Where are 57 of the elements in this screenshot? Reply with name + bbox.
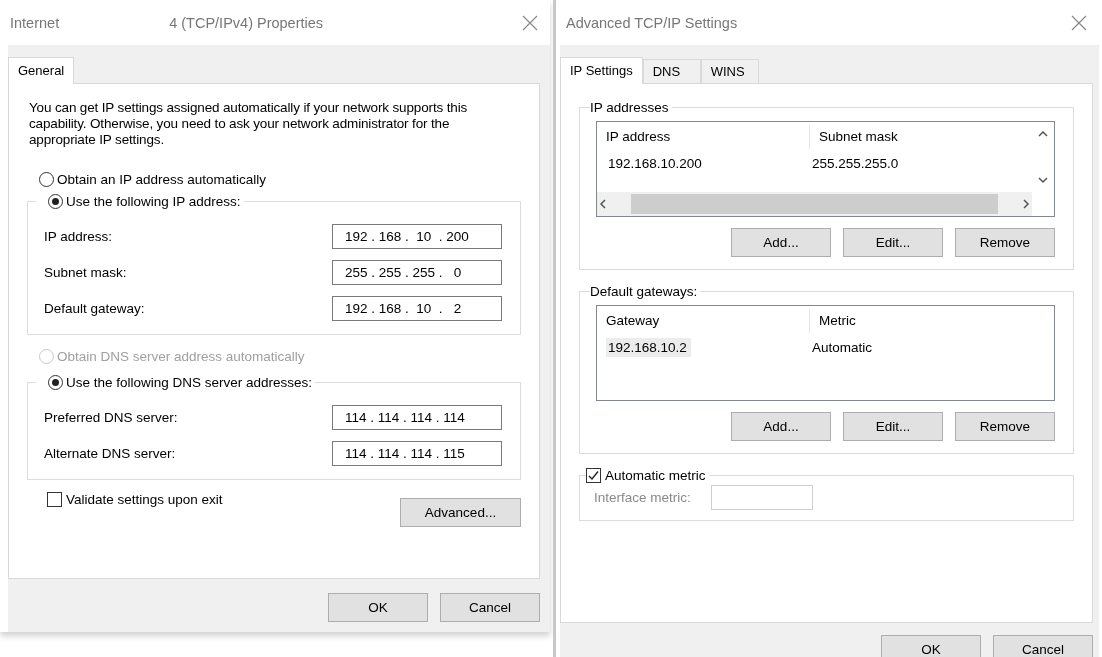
column-header[interactable]: IP address (597, 125, 810, 149)
list-cell[interactable]: 192.168.10.2 (606, 337, 691, 357)
remove-button[interactable]: Remove (955, 228, 1055, 257)
radio-button[interactable] (48, 193, 63, 209)
column-header[interactable]: Gateway (597, 309, 810, 333)
ok-button[interactable]: OK (881, 635, 981, 657)
radio-label: Use the following DNS server addresses: (66, 374, 313, 390)
edit-button[interactable]: Edit... (843, 412, 943, 441)
list-cell[interactable]: 192.168.10.200 (606, 153, 706, 173)
checkbox-label: Validate settings upon exit (66, 492, 223, 507)
tab[interactable]: IP Settings (560, 57, 643, 84)
add-button[interactable]: Add... (731, 412, 831, 441)
add-button[interactable]: Add... (731, 228, 831, 257)
close-icon[interactable] (522, 14, 538, 31)
tab[interactable]: DNS (642, 59, 701, 83)
radio-label: Obtain an IP address automatically (57, 171, 267, 187)
column-header[interactable]: Metric (810, 309, 1010, 333)
ip-address-field[interactable]: 114 . 114 . 114 . 115 (332, 440, 502, 466)
field-label: Subnet mask: (44, 264, 127, 280)
group-title: IP addresses (590, 100, 670, 115)
close-icon[interactable] (1071, 14, 1087, 31)
field-label: Preferred DNS server: (44, 409, 178, 425)
checkbox[interactable] (47, 492, 62, 507)
column-header[interactable]: Subnet mask (810, 125, 1010, 149)
list-cell[interactable]: 255.255.255.0 (810, 153, 903, 173)
window-title: 4 (TCP/IPv4) Properties (169, 14, 324, 31)
left-chevron-icon[interactable] (597, 198, 609, 210)
description-text: You can get IP settings assigned automatically if your network supports this capability. Otherwise, you need to ask your network administrator for the appropriate IP settings. (29, 100, 469, 148)
tab[interactable]: WINS (700, 59, 759, 83)
tab[interactable]: General (8, 57, 75, 84)
ip-address-field[interactable]: 192 . 168 . 10 . 2 (332, 295, 502, 321)
ok-button[interactable]: OK (328, 593, 428, 622)
window-title: Internet (10, 14, 60, 31)
ip-address-field[interactable]: 255 . 255 . 255 . 0 (332, 259, 502, 285)
group-title: Default gateways: (590, 284, 699, 299)
field-label: Alternate DNS server: (44, 445, 176, 461)
field-label: Interface metric: (594, 490, 691, 505)
ip-address-field[interactable]: 192 . 168 . 10 . 200 (332, 223, 502, 249)
checkbox[interactable] (586, 468, 601, 483)
checkbox-label: Automatic metric (605, 468, 706, 483)
remove-button[interactable]: Remove (955, 412, 1055, 441)
radio-button[interactable] (48, 374, 63, 390)
cancel-button[interactable]: Cancel (993, 635, 1093, 657)
radio-button[interactable] (39, 171, 54, 187)
horizontal-scrollbar[interactable] (597, 192, 1032, 216)
radio-label: Use the following IP address: (66, 193, 241, 209)
advanced-button[interactable]: Advanced... (400, 498, 521, 527)
down-chevron-icon[interactable] (1037, 174, 1049, 186)
field-label: Default gateway: (44, 300, 145, 316)
ip-address-field[interactable]: 114 . 114 . 114 . 114 (332, 404, 502, 430)
cancel-button[interactable]: Cancel (440, 593, 540, 622)
list-cell[interactable]: Automatic (810, 337, 877, 357)
edit-button[interactable]: Edit... (843, 228, 943, 257)
radio-label: Obtain DNS server address automatically (57, 348, 305, 364)
right-chevron-icon[interactable] (1020, 198, 1032, 210)
window-title: Advanced TCP/IP Settings (566, 14, 738, 31)
field-label: IP address: (44, 228, 113, 244)
